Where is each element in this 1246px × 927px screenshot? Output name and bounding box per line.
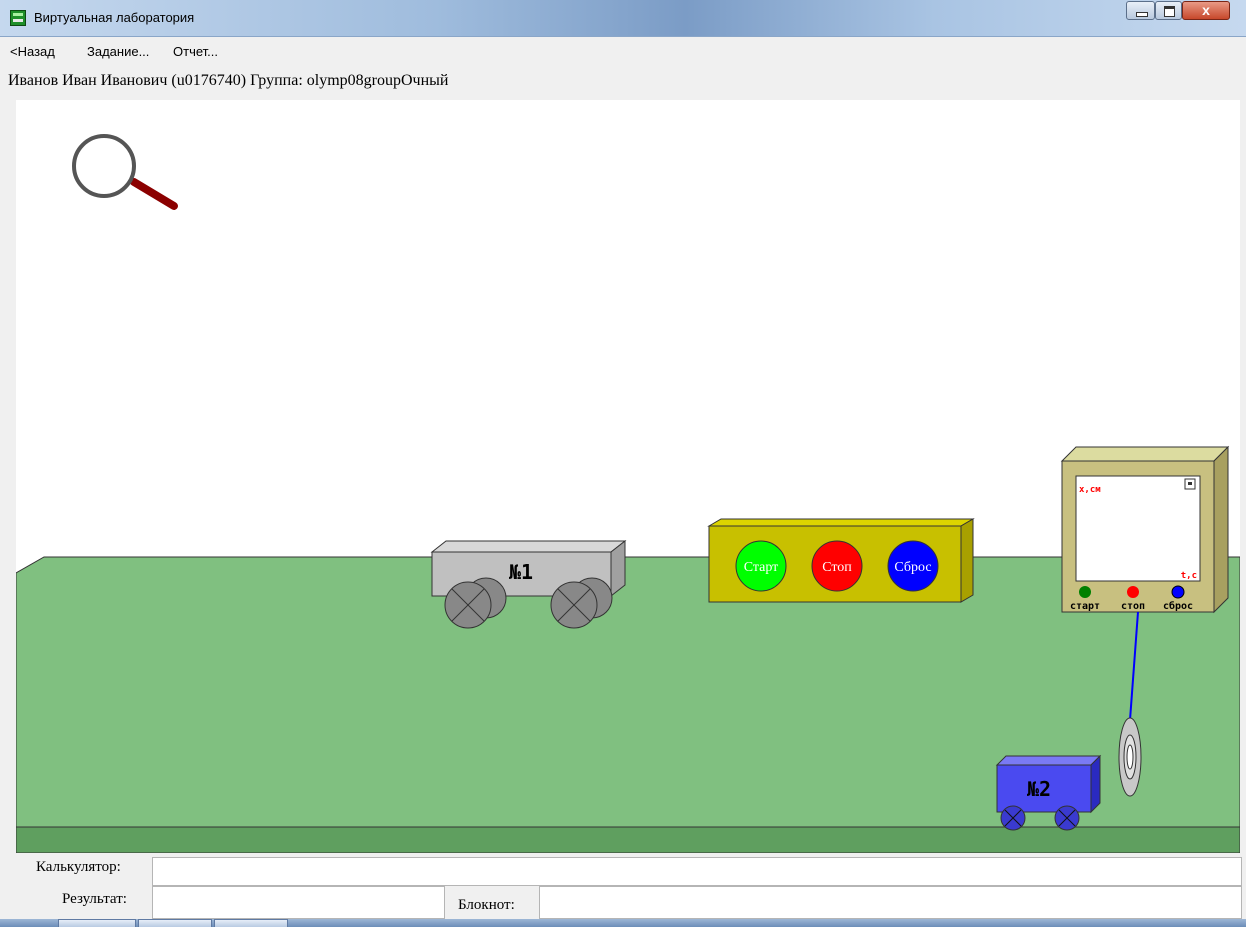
sensor-stop-button[interactable] [1127, 586, 1139, 598]
lab-canvas: №1 Старт Стоп Сброс x,см t,c старт стоп … [16, 134, 1240, 853]
taskbar-button[interactable] [58, 919, 136, 927]
notepad-input[interactable] [539, 886, 1242, 919]
cart-2-wheel [1000, 805, 1026, 831]
calculator-label: Калькулятор: [36, 859, 121, 875]
taskbar [0, 919, 1246, 927]
lab-scene: №1 Старт Стоп Сброс x,см t,c старт стоп … [16, 100, 1240, 853]
minimize-button[interactable] [1126, 1, 1155, 20]
result-field [152, 886, 445, 919]
cart-1-label: №1 [508, 560, 533, 584]
calculator-input[interactable] [152, 857, 1242, 886]
close-icon: x [1202, 2, 1210, 18]
sensor-x-label: t,c [1181, 571, 1197, 581]
close-button[interactable]: x [1182, 1, 1230, 20]
title-bar: Виртуальная лаборатория x [0, 0, 1246, 37]
sensor-start-label: старт [1070, 601, 1100, 612]
sensor-start-button[interactable] [1079, 586, 1091, 598]
cart-2-wheel [1054, 805, 1080, 831]
start-button-label: Старт [744, 560, 779, 575]
sensor-reset-button[interactable] [1171, 585, 1185, 599]
sensor-reset-label: сброс [1163, 600, 1193, 612]
maximize-button[interactable] [1155, 1, 1182, 20]
start-button[interactable]: Старт [735, 540, 787, 592]
sensor-monitor: x,см t,c старт стоп сброс [1060, 445, 1230, 614]
notepad-label: Блокнот: [458, 897, 515, 913]
reset-button-label: Сброс [894, 560, 931, 575]
menu-bar: <Назад Задание... Отчет... [0, 44, 1246, 64]
menu-report[interactable]: Отчет... [173, 44, 218, 59]
taskbar-button[interactable] [138, 919, 212, 927]
reset-button[interactable]: Сброс [887, 540, 939, 592]
app-icon [10, 10, 26, 26]
control-panel: Старт Стоп Сброс [707, 518, 975, 603]
taskbar-button[interactable] [214, 919, 288, 927]
menu-task[interactable]: Задание... [87, 44, 149, 59]
menu-back[interactable]: <Назад [10, 44, 55, 59]
result-label: Результат: [62, 891, 127, 907]
magnifier-icon[interactable] [72, 134, 178, 210]
cart-2-label: №2 [1026, 777, 1051, 801]
sensor-y-label: x,см [1079, 485, 1101, 495]
stop-button-label: Стоп [822, 560, 852, 575]
user-info: Иванов Иван Иванович (u0176740) Группа: … [8, 72, 449, 89]
pulley [1118, 717, 1142, 797]
stop-button[interactable]: Стоп [811, 540, 863, 592]
bottom-panel: Калькулятор: Результат: Блокнот: [0, 853, 1246, 919]
sensor-stop-label: стоп [1121, 601, 1145, 612]
window-title: Виртуальная лаборатория [34, 10, 195, 25]
